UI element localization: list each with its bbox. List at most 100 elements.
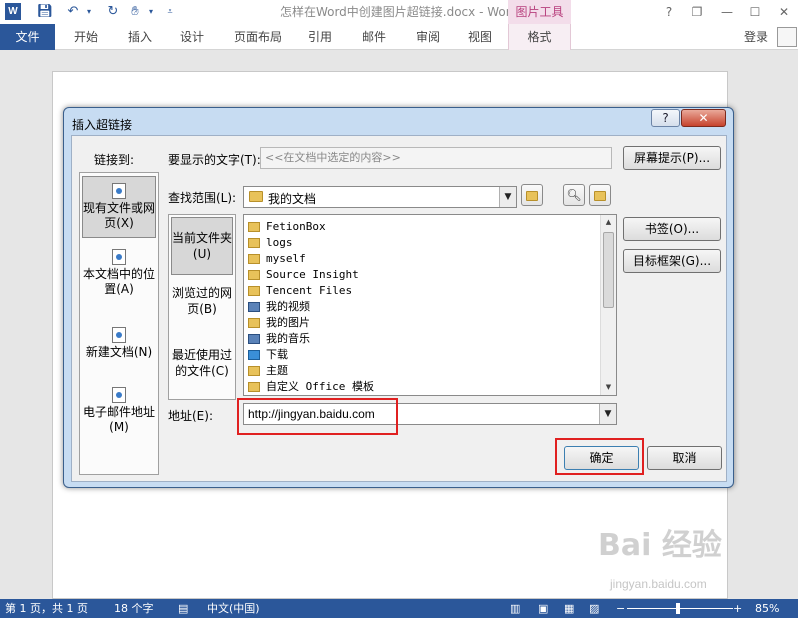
web-folder-icon xyxy=(526,190,538,201)
cancel-button[interactable]: 取消 xyxy=(647,446,722,470)
page-count[interactable]: 第 1 页，共 1 页 xyxy=(5,599,88,618)
file-name: 主题 xyxy=(266,364,288,377)
file-list-item[interactable]: 自定义 Office 模板 xyxy=(248,379,374,395)
file-name: FetionBox xyxy=(266,220,326,233)
zoom-slider-thumb[interactable] xyxy=(676,603,680,614)
folder-icon xyxy=(248,286,260,296)
print-layout-icon[interactable]: ▣ xyxy=(538,599,548,618)
place-current-folder[interactable]: 当前文件夹(U) xyxy=(171,217,233,275)
file-name: logs xyxy=(266,236,293,249)
folder-icon xyxy=(248,382,260,392)
file-list-item[interactable]: 我的视频 xyxy=(248,299,310,315)
tab-review[interactable]: 审阅 xyxy=(406,24,450,50)
look-in-dropdown[interactable]: 我的文档 ▼ xyxy=(243,186,517,208)
document-place-icon xyxy=(112,249,126,265)
zoom-slider[interactable] xyxy=(627,608,733,609)
file-list-scrollbar[interactable]: ▲ ▼ xyxy=(600,215,616,395)
chevron-down-icon[interactable]: ▼ xyxy=(599,404,616,424)
picture-tools-label: 图片工具 xyxy=(508,0,571,24)
places-panel: 当前文件夹(U) 浏览过的网页(B) 最近使用过的文件(C) xyxy=(168,214,236,400)
tab-file[interactable]: 文件 xyxy=(0,24,55,50)
link-to-panel: 现有文件或网页(X) 本文档中的位置(A) 新建文档(N) 电子邮件地址(M) xyxy=(79,172,159,475)
link-to-existing-file[interactable]: 现有文件或网页(X) xyxy=(82,176,156,238)
link-to-place-label: 本文档中的位置(A) xyxy=(82,267,155,296)
dialog-title: 插入超链接 xyxy=(72,118,133,132)
link-to-email-address[interactable]: 电子邮件地址(M) xyxy=(82,387,156,443)
file-list-item[interactable]: FetionBox xyxy=(248,219,326,235)
display-text-input[interactable]: <<在文档中选定的内容>> xyxy=(260,147,612,169)
place-browsed-pages[interactable]: 浏览过的网页(B) xyxy=(171,285,233,325)
ok-highlight-box xyxy=(555,438,644,475)
link-to-email-label: 电子邮件地址(M) xyxy=(82,405,155,434)
minimize-icon[interactable]: — xyxy=(715,2,739,22)
maximize-icon[interactable]: ☐ xyxy=(743,2,767,22)
file-list-item[interactable]: logs xyxy=(248,235,293,251)
place-recent-files[interactable]: 最近使用过的文件(C) xyxy=(171,347,233,387)
link-to-label: 链接到: xyxy=(94,153,135,167)
close-window-icon[interactable]: ✕ xyxy=(772,2,796,22)
screentip-button[interactable]: 屏幕提示(P)... xyxy=(623,146,721,170)
folder-icon xyxy=(248,254,260,264)
target-frame-button[interactable]: 目标框架(G)... xyxy=(623,249,721,273)
folder-icon xyxy=(248,270,260,280)
file-name: Tencent Files xyxy=(266,284,353,297)
tab-page-layout[interactable]: 页面布局 xyxy=(226,24,290,50)
file-name: 我的图片 xyxy=(266,316,310,329)
file-list-item[interactable]: 我的图片 xyxy=(248,315,310,331)
link-to-place-in-document[interactable]: 本文档中的位置(A) xyxy=(82,249,156,305)
language[interactable]: 中文(中国) xyxy=(207,599,260,618)
file-name: 自定义 Office 模板 xyxy=(266,380,374,393)
browse-web-search-icon[interactable]: 🔍︎ xyxy=(563,184,585,206)
file-list-item[interactable]: 下载 xyxy=(248,347,288,363)
look-in-label: 查找范围(L): xyxy=(168,191,237,205)
file-list-item[interactable]: Tencent Files xyxy=(248,283,352,299)
sign-in-link[interactable]: 登录 xyxy=(744,24,768,50)
open-folder-icon xyxy=(594,190,606,201)
file-list-item[interactable]: 1212.txt xyxy=(248,395,319,396)
scroll-down-icon[interactable]: ▼ xyxy=(601,380,616,395)
tab-design[interactable]: 设计 xyxy=(170,24,214,50)
help-icon[interactable]: ? xyxy=(657,2,681,22)
folder-icon xyxy=(249,191,263,202)
tab-home[interactable]: 开始 xyxy=(64,24,108,50)
tab-mailings[interactable]: 邮件 xyxy=(352,24,396,50)
file-list-item[interactable]: 我的音乐 xyxy=(248,331,310,347)
insert-hyperlink-dialog: 插入超链接 ? ✕ 链接到: 现有文件或网页(X) 本文档中的位置(A) 新建文… xyxy=(63,107,734,488)
zoom-out-icon[interactable]: − xyxy=(616,599,625,618)
proofing-icon[interactable]: ▤ xyxy=(178,599,188,618)
tab-view[interactable]: 视图 xyxy=(458,24,502,50)
read-mode-icon[interactable]: ▥ xyxy=(510,599,520,618)
file-name: myself xyxy=(266,252,306,265)
tab-references[interactable]: 引用 xyxy=(298,24,342,50)
browse-web-button[interactable] xyxy=(521,184,543,206)
dialog-close-button[interactable]: ✕ xyxy=(681,109,726,127)
file-list-item[interactable]: 主题 xyxy=(248,363,288,379)
file-list[interactable]: FetionBox logs myself Source Insight Tencent… xyxy=(243,214,617,396)
file-list-item[interactable]: myself xyxy=(248,251,306,267)
baidu-watermark-logo: Bai 经验 xyxy=(598,528,722,563)
bookmark-button[interactable]: 书签(O)... xyxy=(623,217,721,241)
file-list-item[interactable]: Source Insight xyxy=(248,267,359,283)
zoom-level[interactable]: 85% xyxy=(755,599,779,618)
browse-file-button[interactable] xyxy=(589,184,611,206)
word-count[interactable]: 18 个字 xyxy=(114,599,154,618)
address-highlight-box xyxy=(237,398,398,435)
dialog-help-button[interactable]: ? xyxy=(651,109,680,127)
email-icon xyxy=(112,387,126,403)
zoom-settings-icon[interactable]: ▨ xyxy=(589,599,599,618)
zoom-in-icon[interactable]: + xyxy=(733,599,742,618)
web-layout-icon[interactable]: ▦ xyxy=(564,599,574,618)
tab-insert[interactable]: 插入 xyxy=(118,24,162,50)
avatar[interactable] xyxy=(777,27,797,47)
tab-format[interactable]: 格式 xyxy=(508,24,571,50)
new-document-icon xyxy=(112,327,126,343)
link-to-existing-file-label: 现有文件或网页(X) xyxy=(83,201,156,230)
scroll-up-icon[interactable]: ▲ xyxy=(601,215,616,230)
scrollbar-thumb[interactable] xyxy=(603,232,614,308)
chevron-down-icon[interactable]: ▼ xyxy=(499,187,516,207)
ribbon-display-icon[interactable]: ❐ xyxy=(685,2,709,22)
link-to-new-document[interactable]: 新建文档(N) xyxy=(82,327,156,367)
baidu-watermark-url: jingyan.baidu.com xyxy=(610,577,707,591)
file-name: 我的音乐 xyxy=(266,332,310,345)
status-bar: 第 1 页，共 1 页 18 个字 ▤ 中文(中国) ▥ ▣ ▦ ▨ − + 8… xyxy=(0,599,798,618)
